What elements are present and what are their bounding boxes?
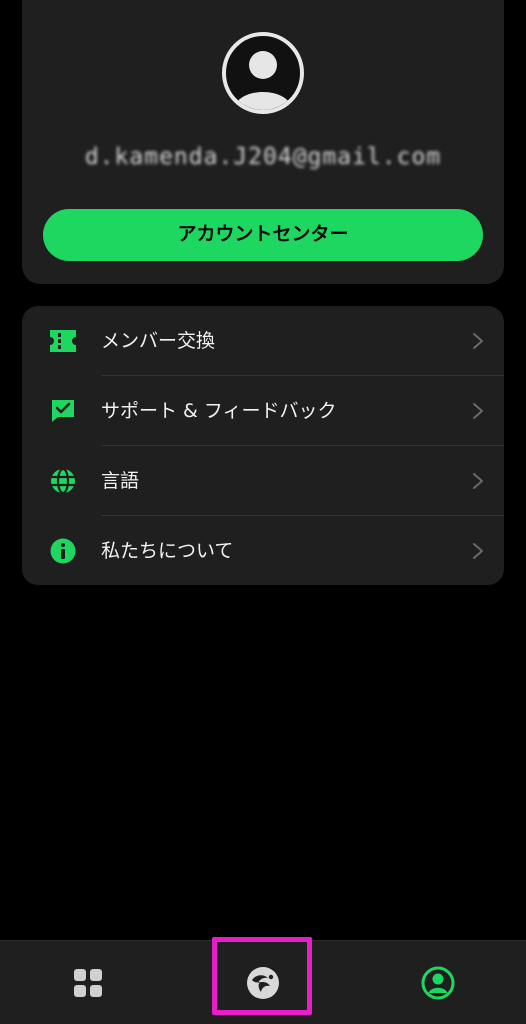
feedback-icon <box>50 398 76 424</box>
chevron-right-icon <box>473 543 483 559</box>
info-icon <box>50 538 76 564</box>
profile-card: d.kamenda.J204@gmail.com アカウントセンター <box>22 0 504 284</box>
menu-item-label: 私たちについて <box>101 540 234 562</box>
menu-list: メンバー交換 サポート & フィードバック 言語 私たちについて <box>22 306 504 585</box>
profile-icon <box>421 966 454 1000</box>
account-center-button[interactable]: アカウントセンター <box>43 209 483 261</box>
globe-icon <box>50 468 76 494</box>
avatar-icon <box>222 32 304 114</box>
nav-home-button[interactable] <box>0 941 175 1024</box>
settings-screen: d.kamenda.J204@gmail.com アカウントセンター メンバー交… <box>0 0 526 1024</box>
chevron-right-icon <box>473 473 483 489</box>
menu-item-support-feedback[interactable]: サポート & フィードバック <box>22 376 504 446</box>
menu-item-language[interactable]: 言語 <box>22 446 504 516</box>
chevron-right-icon <box>473 403 483 419</box>
app-logo-icon <box>246 967 279 999</box>
menu-item-member-exchange[interactable]: メンバー交換 <box>22 306 504 376</box>
menu-item-label: 言語 <box>101 470 140 492</box>
nav-profile-button[interactable] <box>350 941 525 1024</box>
menu-item-about-us[interactable]: 私たちについて <box>22 516 504 585</box>
grid-icon <box>73 969 102 997</box>
chevron-right-icon <box>473 333 483 349</box>
ticket-icon <box>50 328 76 354</box>
menu-item-label: サポート & フィードバック <box>101 400 337 422</box>
bottom-nav <box>0 940 526 1024</box>
nav-app-logo-button[interactable] <box>175 941 350 1024</box>
account-email: d.kamenda.J204@gmail.com <box>84 144 442 170</box>
menu-item-label: メンバー交換 <box>101 330 216 352</box>
